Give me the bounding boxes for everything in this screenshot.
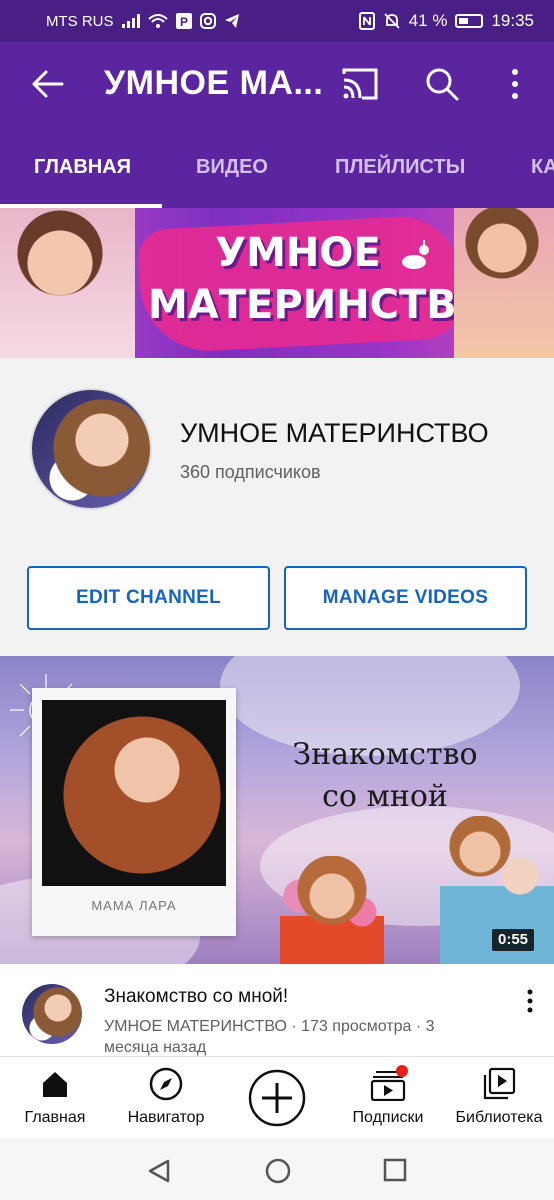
channel-banner: УМНОЕ МАТЕРИНСТВО [0,208,554,358]
banner-photo-right [454,208,554,358]
stork-icon [402,240,429,269]
back-triangle-icon[interactable] [146,1158,172,1184]
home-icon [43,1072,67,1097]
polaroid-frame: МАМА ЛАРА [32,688,236,936]
nav-subscriptions[interactable]: Подписки [332,1057,444,1139]
nav-explore[interactable]: Навигатор [110,1057,222,1139]
battery-icon [455,14,484,28]
banner-title-line2: МАТЕРИНСТВО [148,282,491,328]
subscriptions-notification-dot [396,1065,408,1077]
thumbnail-title: Знакомство со мной [280,734,490,818]
featured-video-thumbnail[interactable]: МАМА ЛАРА Знакомство со мной [0,656,554,964]
more-vert-icon[interactable] [502,66,528,102]
video-meta: УМНОЕ МАТЕРИНСТВО · 173 просмотра · 3 ме… [104,1018,435,1056]
clock: 19:35 [491,11,534,30]
parking-icon: P [175,13,192,29]
video-title[interactable]: Знакомство со мной! [104,986,288,1008]
search-icon[interactable] [424,66,460,102]
nav-library[interactable]: Библиотека [444,1057,554,1139]
app-title: УМНОЕ МА... [104,64,324,102]
bottom-navigation: Главная Навигатор Подписки Библиотека [0,1056,554,1138]
channel-header: УМНОЕ МАТЕРИНСТВО 360 подписчиков EDIT C… [0,358,554,656]
channel-avatar[interactable] [30,388,152,510]
wifi-icon [147,14,168,28]
tab-home[interactable]: ГЛАВНАЯ [34,126,131,208]
thumbnail-title-line2: со мной [322,779,448,814]
manage-videos-button[interactable]: MANAGE VIDEOS [284,566,527,630]
nav-explore-label: Навигатор [127,1109,205,1126]
telegram-icon [224,14,239,28]
video-info-row[interactable]: Знакомство со мной! УМНОЕ МАТЕРИНСТВО · … [0,964,554,1056]
thumbnail-photo-donuts [280,856,384,964]
nav-home[interactable]: Главная [0,1057,110,1139]
nfc-icon [358,12,375,30]
polaroid-caption: МАМА ЛАРА [91,898,177,913]
library-icon [483,1067,516,1100]
tab-channels[interactable]: КА [531,126,554,208]
nav-library-label: Библиотека [455,1109,543,1126]
polaroid-photo [42,700,226,886]
add-icon [248,1069,306,1127]
channel-tabs: ГЛАВНАЯ ВИДЕО ПЛЕЙЛИСТЫ КА [0,126,554,208]
mute-icon [384,13,400,29]
thumbnail-title-line1: Знакомство [292,737,478,772]
battery-percent: 41 % [408,11,448,30]
tab-videos[interactable]: ВИДЕО [196,126,268,208]
cast-icon[interactable] [340,66,380,102]
video-duration-badge: 0:55 [492,929,535,951]
subscriber-count: 360 подписчиков [180,462,321,482]
video-more-icon[interactable] [520,988,540,1014]
nav-create[interactable] [222,1057,332,1139]
status-bar: MTS RUS P 41 % 19:35 [0,0,554,42]
recents-square-icon[interactable] [383,1158,407,1182]
nav-home-label: Главная [24,1109,86,1126]
home-circle-icon[interactable] [264,1157,292,1185]
nav-subscriptions-label: Подписки [352,1109,424,1126]
svg-text:P: P [180,15,188,29]
system-navigation-bar [0,1138,554,1200]
signal-icon [121,14,140,28]
back-arrow-icon[interactable] [30,66,66,102]
tab-playlists[interactable]: ПЛЕЙЛИСТЫ [335,126,465,208]
carrier-label: MTS RUS [46,12,114,30]
banner-photo-left [0,208,135,358]
channel-name: УМНОЕ МАТЕРИНСТВО [180,418,489,448]
video-channel-avatar[interactable] [22,984,82,1044]
app-bar: УМНОЕ МА... [0,42,554,126]
compass-icon [149,1067,183,1101]
edit-channel-button[interactable]: EDIT CHANNEL [27,566,270,630]
instagram-icon [199,13,216,29]
